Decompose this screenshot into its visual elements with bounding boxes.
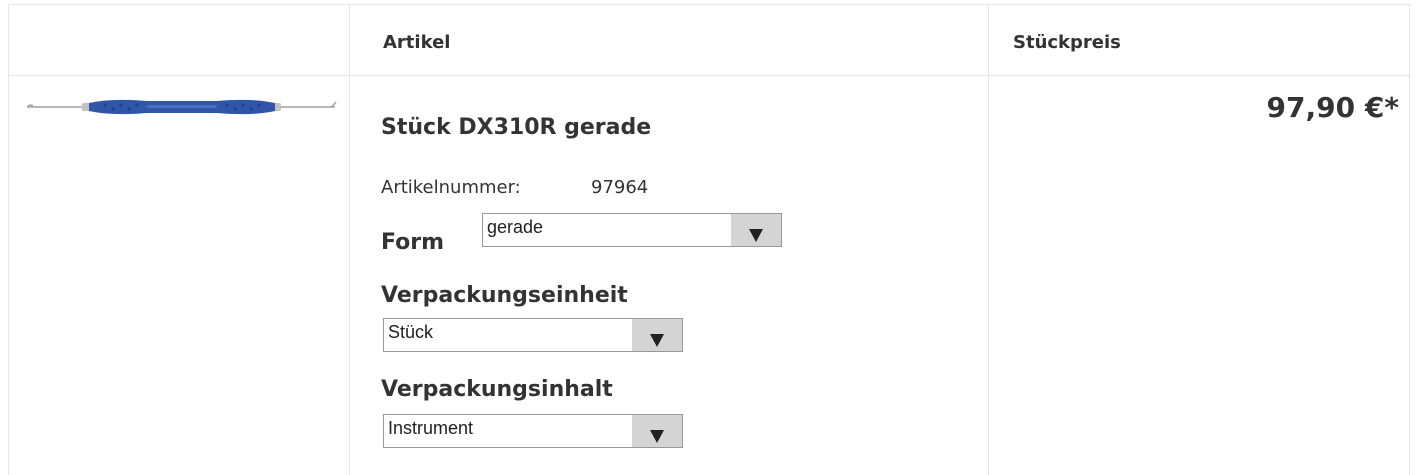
dropdown-arrow-icon[interactable] bbox=[632, 319, 682, 351]
packaging-content-label: Verpackungsinhalt bbox=[381, 377, 613, 402]
header-divider bbox=[9, 75, 1411, 76]
form-select-value: gerade bbox=[487, 217, 544, 237]
column-header-unit-price: Stückpreis bbox=[1013, 32, 1121, 53]
cart-table: Artikel Stückpreis Stück DX310R gerade A… bbox=[8, 4, 1411, 475]
sku-value: 97964 bbox=[591, 177, 649, 198]
dropdown-arrow-icon[interactable] bbox=[731, 214, 781, 246]
packaging-unit-select-value: Stück bbox=[388, 322, 434, 342]
column-header-article: Artikel bbox=[383, 32, 451, 53]
product-image[interactable] bbox=[27, 97, 337, 117]
product-title[interactable]: Stück DX310R gerade bbox=[381, 115, 651, 140]
sku-label: Artikelnummer: bbox=[381, 177, 521, 198]
packaging-unit-label: Verpackungseinheit bbox=[381, 283, 628, 308]
packaging-unit-select[interactable]: Stück bbox=[383, 318, 683, 352]
packaging-content-select[interactable]: Instrument bbox=[383, 414, 683, 448]
form-label: Form bbox=[381, 230, 445, 255]
unit-price: 97,90 €* bbox=[1266, 91, 1399, 124]
dropdown-arrow-icon[interactable] bbox=[632, 415, 682, 447]
form-select[interactable]: gerade bbox=[482, 213, 782, 247]
packaging-content-select-value: Instrument bbox=[388, 418, 474, 438]
